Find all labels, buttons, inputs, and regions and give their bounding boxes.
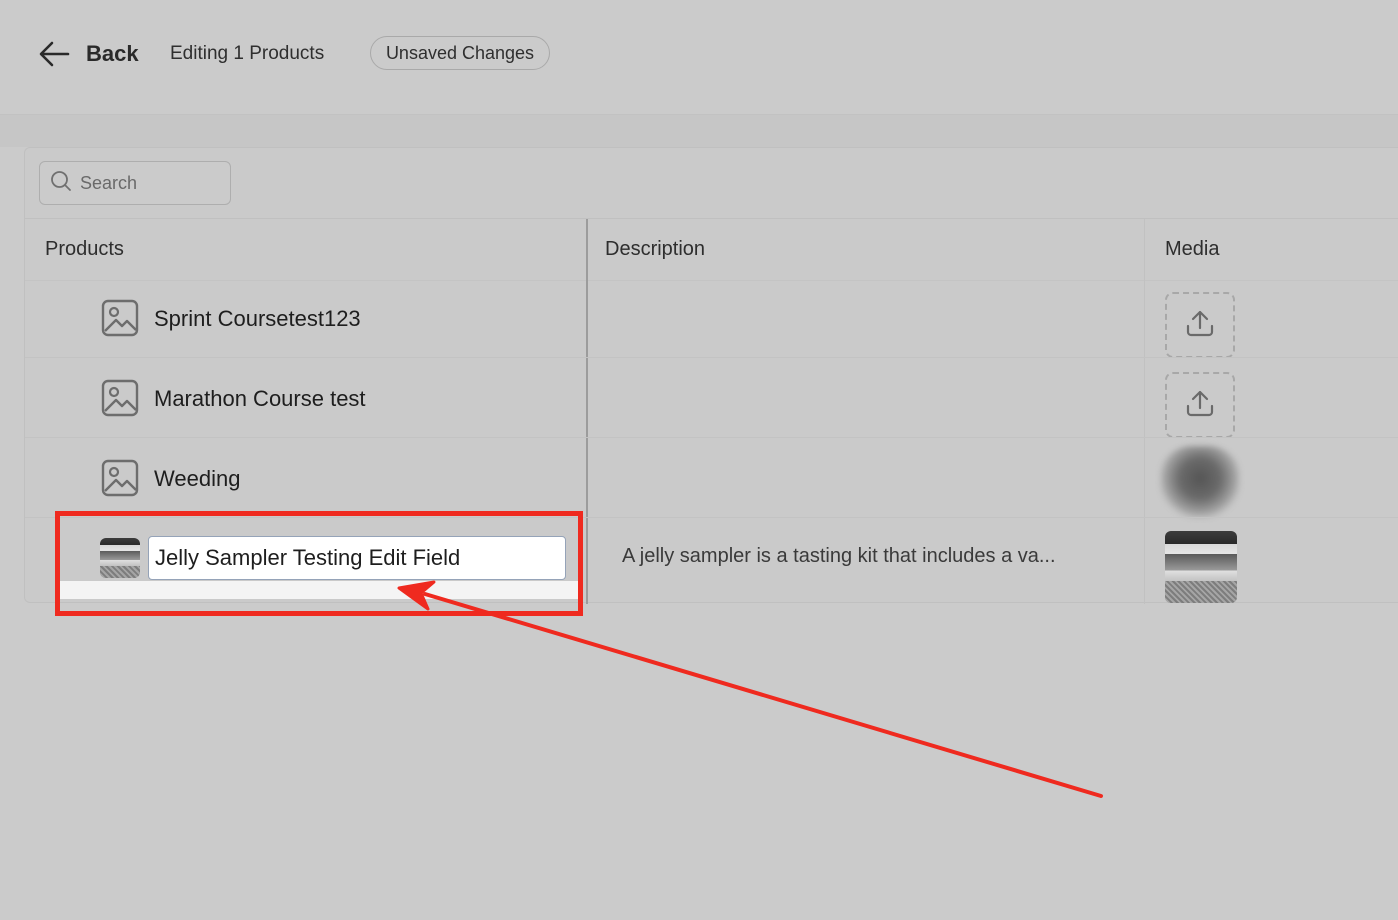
upload-icon [1185,388,1215,423]
media-upload-button[interactable] [1165,292,1235,358]
back-button[interactable]: Back [38,36,139,72]
column-header-products[interactable]: Products [45,238,124,261]
back-label: Back [86,41,139,66]
arrow-left-icon [38,40,70,68]
bulk-edit-table-panel: Search Products Description Media Sprint… [24,147,1398,604]
editing-row-highlight-strip [60,581,580,599]
row-divider [25,437,1398,438]
row-divider [25,357,1398,358]
top-bar: Back Editing 1 Products Unsaved Changes [0,0,1398,115]
status-badge: Unsaved Changes [370,36,550,70]
product-name[interactable]: Marathon Course test [154,384,366,414]
product-name[interactable]: Sprint Coursetest123 [154,304,361,334]
image-placeholder-icon [101,299,139,337]
image-placeholder-icon [101,459,139,497]
product-name[interactable]: Weeding [154,464,240,494]
upload-icon [1185,308,1215,343]
media-upload-button[interactable] [1165,372,1235,438]
search-input[interactable]: Search [39,161,231,205]
search-placeholder: Search [80,172,138,193]
search-icon [50,170,72,197]
column-header-description[interactable]: Description [605,238,705,261]
frozen-column-divider[interactable] [586,219,588,604]
column-header-media[interactable]: Media [1165,238,1219,261]
image-placeholder-icon [101,379,139,417]
product-media-photo[interactable] [1165,531,1237,603]
header-divider-band [0,115,1398,147]
row-divider [25,517,1398,518]
blurred-product-photo[interactable] [1160,446,1240,518]
table-top-border [25,218,1398,219]
header-bottom-border [25,280,1398,281]
media-column-divider [1144,219,1145,604]
product-thumbnail [100,538,140,578]
product-description-cell[interactable]: A jelly sampler is a tasting kit that in… [622,545,1102,568]
product-title-edit-field[interactable] [148,536,566,580]
editing-count-label: Editing 1 Products [170,43,325,64]
